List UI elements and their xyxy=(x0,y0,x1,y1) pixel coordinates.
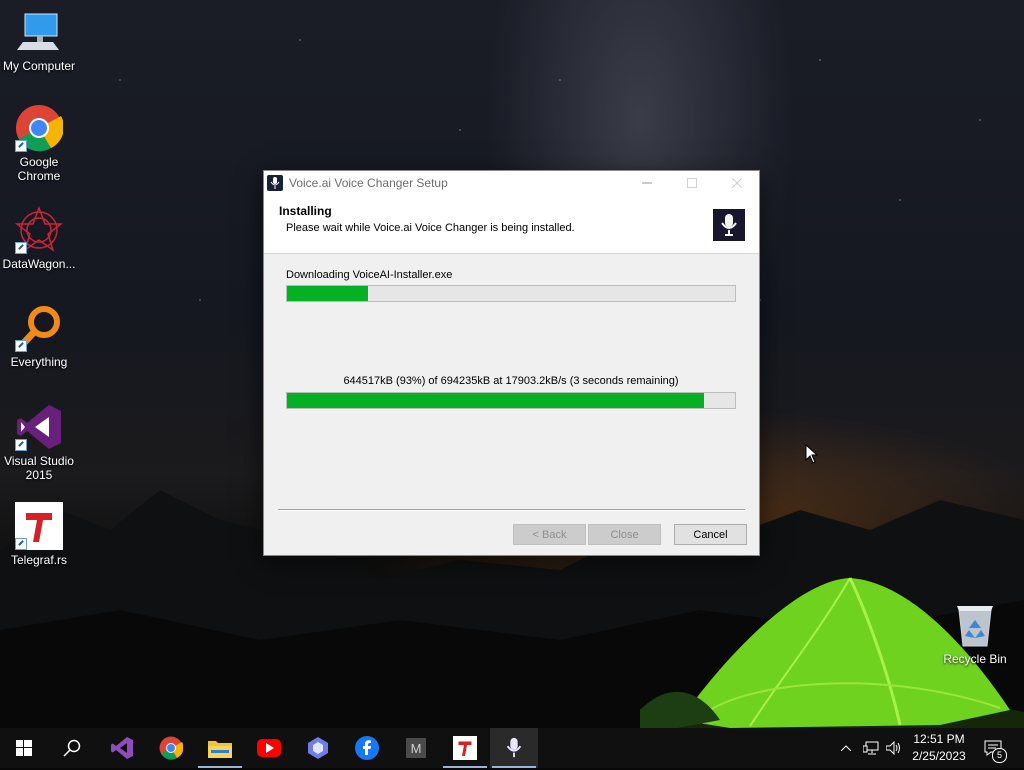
desktop-icon-label: Visual Studio 2015 xyxy=(4,454,74,482)
button-separator xyxy=(278,509,745,511)
header-title: Installing xyxy=(279,204,332,218)
close-window-button[interactable] xyxy=(714,171,759,195)
facebook-icon xyxy=(355,736,379,760)
taskbar-chrome[interactable] xyxy=(147,728,195,768)
start-icon xyxy=(16,740,32,756)
notification-center-button[interactable]: 5 xyxy=(978,728,1008,768)
svg-text:M: M xyxy=(411,741,422,756)
back-button[interactable]: < Back xyxy=(513,524,586,545)
taskbar-voice-ai[interactable] xyxy=(490,728,538,768)
shortcut-arrow-icon xyxy=(15,340,27,352)
youtube-icon xyxy=(257,739,281,757)
maximize-icon xyxy=(686,178,697,188)
desktop-icon-label: DataWagon... xyxy=(2,257,76,271)
mouse-cursor-icon xyxy=(805,444,819,464)
desktop-icon-label: Google Chrome xyxy=(17,155,61,183)
minimize-icon xyxy=(641,182,652,184)
taskbar-clock[interactable]: 12:51 PM 2/25/2023 xyxy=(904,731,974,765)
taskbar-copilot[interactable] xyxy=(294,728,342,768)
search-icon xyxy=(63,739,81,757)
overall-progress-bar xyxy=(286,285,736,302)
recycle-bin-icon xyxy=(955,604,995,648)
microphone-icon xyxy=(713,209,745,241)
taskbar-m-app[interactable]: M xyxy=(392,728,440,768)
clock-date: 2/25/2023 xyxy=(912,749,966,763)
visual-studio-icon xyxy=(111,737,133,759)
everything-search-icon xyxy=(15,304,63,352)
download-label: Downloading VoiceAI-Installer.exe xyxy=(286,269,453,281)
network-icon xyxy=(863,741,879,755)
voice-ai-app-icon xyxy=(267,175,283,191)
telegraf-icon xyxy=(15,502,63,550)
setup-dialog: Voice.ai Voice Changer Setup Installing … xyxy=(263,170,760,556)
chrome-icon xyxy=(159,736,183,760)
chevron-up-icon xyxy=(841,745,851,751)
voice-ai-icon xyxy=(506,737,522,758)
speaker-icon xyxy=(886,741,900,755)
taskbar-telegraf[interactable] xyxy=(441,728,489,768)
visual-studio-icon xyxy=(15,403,63,451)
monitor-icon xyxy=(15,8,63,56)
header-subtitle: Please wait while Voice.ai Voice Changer… xyxy=(286,222,575,234)
cancel-button[interactable]: Cancel xyxy=(674,524,747,545)
desktop-icon-everything[interactable]: Everything xyxy=(0,304,78,369)
copilot-icon xyxy=(308,737,328,759)
download-progress-fill xyxy=(287,393,704,408)
volume-button[interactable] xyxy=(884,728,904,768)
dialog-header: Installing Please wait while Voice.ai Vo… xyxy=(264,195,759,254)
m-app-icon: M xyxy=(406,738,426,758)
datawagon-icon xyxy=(14,205,64,254)
maximize-button[interactable] xyxy=(669,171,714,195)
desktop-icon-visual-studio[interactable]: Visual Studio 2015 xyxy=(0,403,78,482)
clock-time: 12:51 PM xyxy=(913,732,965,746)
download-status-text: 644517kB (93%) of 694235kB at 17903.2kB/… xyxy=(343,375,679,387)
dialog-titlebar[interactable]: Voice.ai Voice Changer Setup xyxy=(264,171,759,195)
taskbar-youtube[interactable] xyxy=(245,728,293,768)
desktop-icon-label: My Computer xyxy=(2,59,76,73)
shortcut-arrow-icon xyxy=(15,140,27,152)
telegraf-icon xyxy=(453,736,477,760)
notification-count-badge: 5 xyxy=(992,748,1007,763)
shortcut-arrow-icon xyxy=(15,242,27,254)
desktop-icon-google-chrome[interactable]: Google Chrome xyxy=(0,104,78,183)
desktop-icon-label: Everything xyxy=(10,355,68,369)
overall-progress-fill xyxy=(287,286,368,301)
network-button[interactable] xyxy=(860,728,882,768)
shortcut-arrow-icon xyxy=(15,439,27,451)
start-button[interactable] xyxy=(0,728,48,768)
minimize-button[interactable] xyxy=(624,171,669,195)
desktop-icon-recycle-bin[interactable]: Recycle Bin xyxy=(940,604,1010,666)
close-button[interactable]: Close xyxy=(588,524,661,545)
desktop-icon-label: Recycle Bin xyxy=(943,652,1007,666)
desktop-icon-label: Telegraf.rs xyxy=(10,553,68,567)
download-progress-bar xyxy=(286,392,736,409)
chrome-icon xyxy=(15,104,64,152)
shortcut-arrow-icon xyxy=(15,538,27,550)
dialog-title: Voice.ai Voice Changer Setup xyxy=(289,176,448,190)
close-icon xyxy=(731,178,742,188)
taskbar-file-explorer[interactable] xyxy=(196,728,244,768)
file-explorer-icon xyxy=(208,741,232,758)
desktop-icon-my-computer[interactable]: My Computer xyxy=(0,8,78,73)
taskbar-visual-studio[interactable] xyxy=(98,728,146,768)
desktop-icon-telegraf[interactable]: Telegraf.rs xyxy=(0,502,78,567)
taskbar-facebook[interactable] xyxy=(343,728,391,768)
desktop-icon-datawagon[interactable]: DataWagon... xyxy=(0,205,78,271)
show-hidden-icons-button[interactable] xyxy=(836,728,856,768)
search-button[interactable] xyxy=(48,728,96,768)
taskbar: M 12:51 PM 2/25/2023 5 xyxy=(0,728,1024,768)
